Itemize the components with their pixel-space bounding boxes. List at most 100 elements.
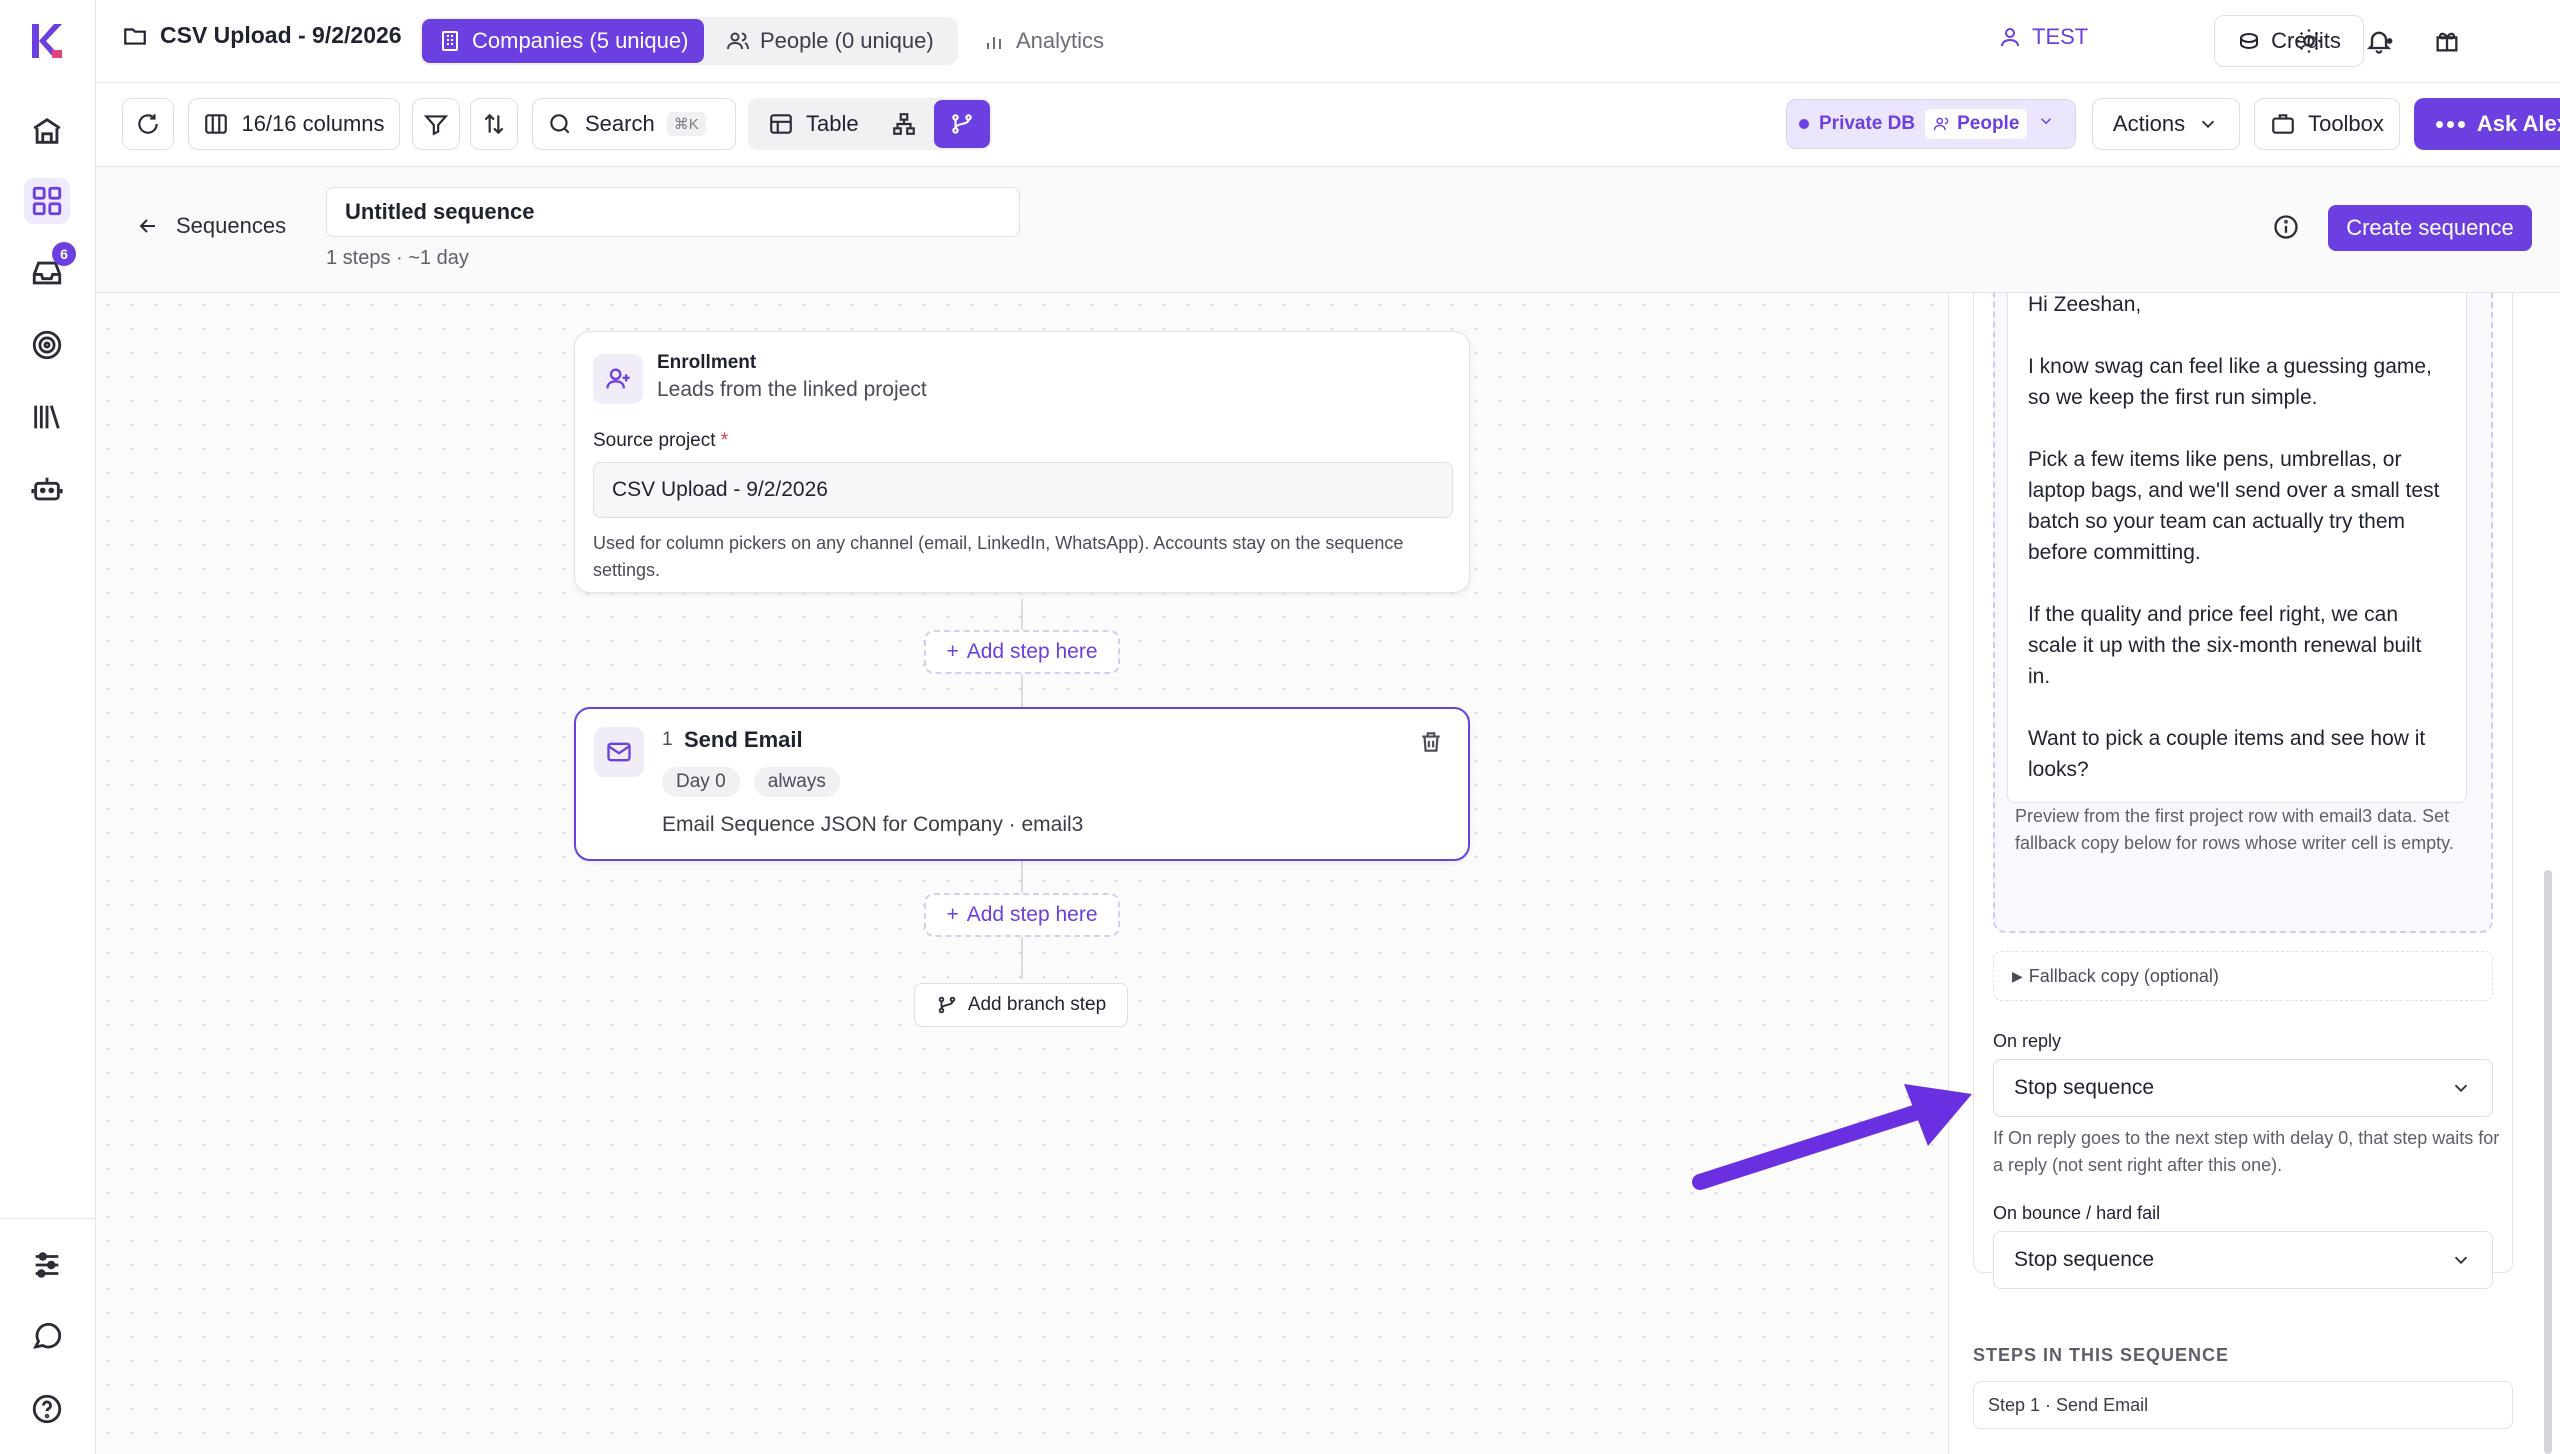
fallback-copy-toggle[interactable]: ▶ Fallback copy (optional) [1993,951,2493,1001]
source-project-label: Source project * [593,430,728,452]
grid-icon[interactable] [24,178,70,224]
source-project-field[interactable]: CSV Upload - 9/2/2026 [593,462,1453,518]
toolbox-button[interactable]: Toolbox [2254,98,2400,150]
k-logo-icon[interactable] [26,20,68,62]
arrow-left-icon [139,219,155,233]
plus-icon: + [946,640,959,663]
preview-paragraph: Hi Zeeshan, [2028,293,2142,316]
sequence-header: Sequences 1 steps · ~1 day Create sequen… [96,167,2560,293]
search-button[interactable]: Search ⌘K [532,98,736,150]
sequence-canvas[interactable]: Enrollment Leads from the linked project… [96,293,1948,1454]
ask-alex-button[interactable]: Ask Alex AI [2414,98,2560,150]
inbox-badge: 6 [52,242,76,266]
step-settings-panel: Hi Zeeshan, I know swag can feel like a … [1948,293,2560,1454]
left-rail: 6 [0,0,96,1454]
sort-icon [484,113,504,135]
chat-icon[interactable] [24,1314,70,1360]
tab-people-label: People (0 unique) [760,28,934,53]
info-icon[interactable] [2272,213,2302,243]
email-preview: Hi Zeeshan, I know swag can feel like a … [1993,293,2493,933]
home-icon[interactable] [24,108,70,154]
source-project-help: Used for column pickers on any channel (… [593,533,1404,580]
on-bounce-value: Stop sequence [2014,1248,2155,1271]
folder-icon [124,27,146,45]
view-org-button[interactable] [882,102,926,146]
branch-icon [952,114,972,134]
bot-icon[interactable] [24,466,70,512]
filter-icon [423,115,449,136]
required-mark: * [720,430,729,451]
db-entity-label: People [1957,113,2020,134]
back-to-sequences-link[interactable]: Sequences [136,213,286,239]
panel-scrollbar[interactable] [2544,870,2552,1454]
step-number: 1 [662,729,673,750]
filter-button[interactable] [412,98,460,150]
preview-note: Preview from the first project row with … [2015,806,2454,853]
add-branch-step-button[interactable]: Add branch step [914,983,1128,1027]
library-icon[interactable] [24,394,70,440]
tab-companies-label: Companies (5 unique) [472,28,689,53]
on-reply-label: On reply [1993,1031,2062,1051]
sequence-name-input[interactable] [326,187,1020,237]
step-list-item[interactable]: Step 1 · Send Email [1973,1381,2513,1429]
chevron-down-icon [2454,1256,2468,1265]
bell-icon[interactable] [2360,22,2398,60]
triangle-right-icon: ▶ [2012,967,2023,984]
theme-toggle-icon[interactable] [2290,22,2328,60]
help-icon[interactable] [24,1386,70,1432]
tab-people[interactable]: People (0 unique) [710,19,950,63]
preview-paragraph: Pick a few items like pens, umbrellas, o… [2028,448,2440,564]
table-icon [770,114,792,134]
private-db-selector[interactable]: Private DB People [1786,99,2076,149]
view-sequence-button[interactable] [934,100,990,148]
on-bounce-select[interactable]: Stop sequence [1993,1231,2493,1289]
fallback-label: Fallback copy (optional) [2028,965,2219,986]
inbox-icon[interactable]: 6 [24,242,76,296]
step-title: Send Email [684,727,803,752]
enrollment-title: Enrollment [657,352,757,373]
org-chart-icon [893,113,915,135]
view-table-label: Table [806,111,859,136]
toolbar: 16/16 columns Search ⌘K Table Private DB… [96,83,2560,167]
preview-paragraph: I know swag can feel like a guessing gam… [2028,355,2432,409]
view-table-button[interactable]: Table [756,102,871,146]
steps-section-title: STEPS IN THIS SEQUENCE [1973,1345,2230,1365]
building-icon [442,31,458,51]
sort-button[interactable] [470,98,518,150]
add-step-button[interactable]: + Add step here [924,630,1120,674]
add-step-button[interactable]: + Add step here [924,893,1120,937]
send-email-node[interactable]: 1 Send Email Day 0 always Email Sequence… [574,707,1470,861]
enrollment-node[interactable]: Enrollment Leads from the linked project… [574,331,1470,593]
coins-icon [2240,33,2259,50]
actions-button[interactable]: Actions [2092,98,2240,150]
annotation-arrow-icon [1692,1084,1972,1190]
tab-analytics[interactable]: Analytics [966,19,1120,63]
target-icon[interactable] [24,322,70,368]
tab-companies[interactable]: Companies (5 unique) [422,19,705,63]
project-title[interactable]: CSV Upload - 9/2/2026 [122,22,402,49]
workspace-switcher[interactable]: TEST [1998,24,2088,50]
sliders-icon[interactable] [24,1242,70,1288]
add-step-label: Add step here [966,903,1098,926]
on-bounce-label: On bounce / hard fail [1993,1203,2161,1223]
trash-icon[interactable] [1418,729,1446,757]
columns-icon [205,114,228,134]
step-source: Email Sequence JSON for Company · email3 [662,813,1084,836]
briefcase-icon [2272,114,2294,134]
gift-icon[interactable] [2428,22,2466,60]
create-sequence-button[interactable]: Create sequence [2328,205,2532,251]
refresh-button[interactable] [122,98,174,150]
branch-icon [938,996,956,1014]
users-icon [727,32,749,50]
preview-paragraph: If the quality and price feel right, we … [2028,603,2422,688]
credits-button[interactable]: Credits [2214,15,2364,67]
on-reply-help: If On reply goes to the next step with d… [1993,1128,2500,1175]
user-icon [2001,28,2019,47]
on-reply-value: Stop sequence [2014,1076,2155,1099]
tab-analytics-label: Analytics [1016,28,1105,53]
condition-chip: always [753,767,840,797]
enrollment-subtitle: Leads from the linked project [657,378,927,401]
status-dot [1799,119,1809,129]
on-reply-select[interactable]: Stop sequence [1993,1059,2493,1117]
columns-button[interactable]: 16/16 columns [188,98,400,150]
